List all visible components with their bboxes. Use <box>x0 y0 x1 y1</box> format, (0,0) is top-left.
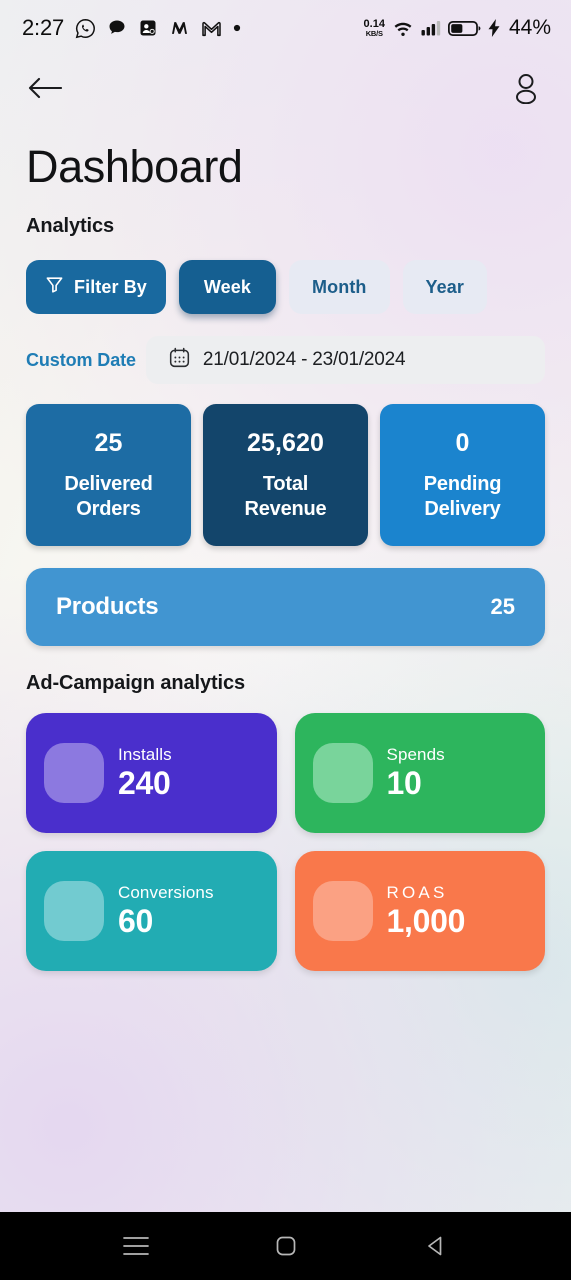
stat-value: 25 <box>94 429 123 458</box>
spends-thumb-icon <box>312 743 373 803</box>
stat-card-total-revenue[interactable]: 25,620 Total Revenue <box>203 404 368 546</box>
analytics-section-title: Analytics <box>26 215 115 237</box>
back-triangle-icon[interactable] <box>424 1234 448 1258</box>
campaign-value: 60 <box>118 903 153 940</box>
status-bar: 2:27 0.14 KB/S 44% <box>0 0 571 56</box>
whatsapp-icon <box>75 18 95 38</box>
calendar-icon <box>168 346 191 374</box>
back-arrow-icon[interactable] <box>28 75 63 106</box>
phone-screen: 2:27 0.14 KB/S 44% Dashboard Analytics F… <box>0 0 571 1280</box>
campaign-card-installs[interactable]: Installs 240 <box>26 713 277 833</box>
status-time: 2:27 <box>22 15 65 40</box>
dot-icon <box>233 24 241 32</box>
campaign-card-spends[interactable]: Spends 10 <box>294 713 545 833</box>
tab-month[interactable]: Month <box>289 260 390 314</box>
person-icon[interactable] <box>511 72 541 109</box>
conversions-thumb-icon <box>44 881 104 941</box>
campaign-card-text: Spends 10 <box>387 745 445 801</box>
app-bar <box>0 56 571 124</box>
campaign-card-grid: Installs 240 Spends 10 Conversions 60 RO… <box>26 713 545 971</box>
main-content: Dashboard Analytics Filter By Week Month… <box>0 144 571 971</box>
date-range-value: 21/01/2024 - 23/01/2024 <box>202 349 406 370</box>
chat-bubble-icon <box>109 20 125 34</box>
network-speed-unit: KB/S <box>365 28 383 38</box>
funnel-icon <box>45 275 64 299</box>
filter-row: Filter By Week Month Year <box>26 260 545 314</box>
stat-value: 25,620 <box>246 429 325 458</box>
tab-year[interactable]: Year <box>402 260 487 314</box>
charging-bolt-icon <box>488 19 500 37</box>
campaign-card-roas[interactable]: ROAS 1,000 <box>294 851 545 971</box>
wifi-icon <box>394 22 412 37</box>
battery-icon <box>447 20 481 36</box>
campaign-label: Spends <box>386 745 445 765</box>
page-title: Dashboard <box>26 141 243 192</box>
campaign-label: ROAS <box>386 883 448 903</box>
products-label: Products <box>56 593 159 620</box>
ad-campaign-section-title: Ad-Campaign analytics <box>26 672 246 694</box>
campaign-value: 1,000 <box>386 903 466 940</box>
filter-by-label: Filter By <box>74 276 147 297</box>
campaign-value: 240 <box>118 765 171 802</box>
campaign-value: 10 <box>386 765 422 802</box>
stat-card-delivered-orders[interactable]: 25 Delivered Orders <box>26 404 191 546</box>
stat-label: Delivered Orders <box>64 473 153 520</box>
recents-menu-icon[interactable] <box>122 1236 149 1256</box>
stat-card-row: 25 Delivered Orders 25,620 Total Revenue… <box>26 404 545 546</box>
contacts-app-icon <box>140 20 156 36</box>
products-row[interactable]: Products 25 <box>26 568 545 646</box>
filter-by-button[interactable]: Filter By <box>26 260 166 314</box>
custom-date-label: Custom Date <box>26 349 136 370</box>
network-speed-indicator: 0.14 KB/S <box>364 18 385 38</box>
cellular-signal-icon <box>421 21 441 36</box>
date-range-field[interactable]: 21/01/2024 - 23/01/2024 <box>145 336 545 384</box>
campaign-card-text: Conversions 60 <box>118 883 214 939</box>
campaign-card-text: Installs 240 <box>118 745 172 801</box>
installs-thumb-icon <box>44 743 104 803</box>
home-square-icon[interactable] <box>274 1234 298 1258</box>
battery-percent: 44% <box>508 16 551 39</box>
stat-label: Total Revenue <box>244 473 327 520</box>
stat-value: 0 <box>455 429 470 458</box>
stat-label: Pending Delivery <box>423 473 502 520</box>
m-app-icon <box>172 22 188 34</box>
custom-date-row: Custom Date 21/01/2024 - 23/01/2024 <box>26 336 545 384</box>
campaign-card-conversions[interactable]: Conversions 60 <box>26 851 277 971</box>
stat-card-pending-delivery[interactable]: 0 Pending Delivery <box>380 404 545 546</box>
products-count: 25 <box>490 594 515 619</box>
campaign-card-text: ROAS 1,000 <box>387 883 466 939</box>
campaign-label: Installs <box>118 745 172 765</box>
campaign-label: Conversions <box>118 883 214 903</box>
status-bar-right: 0.14 KB/S 44% <box>364 16 551 40</box>
android-navigation-bar <box>0 1212 571 1280</box>
gmail-icon <box>202 21 221 36</box>
roas-thumb-icon <box>312 881 373 941</box>
status-bar-left: 2:27 <box>22 15 241 41</box>
tab-week[interactable]: Week <box>178 260 277 314</box>
